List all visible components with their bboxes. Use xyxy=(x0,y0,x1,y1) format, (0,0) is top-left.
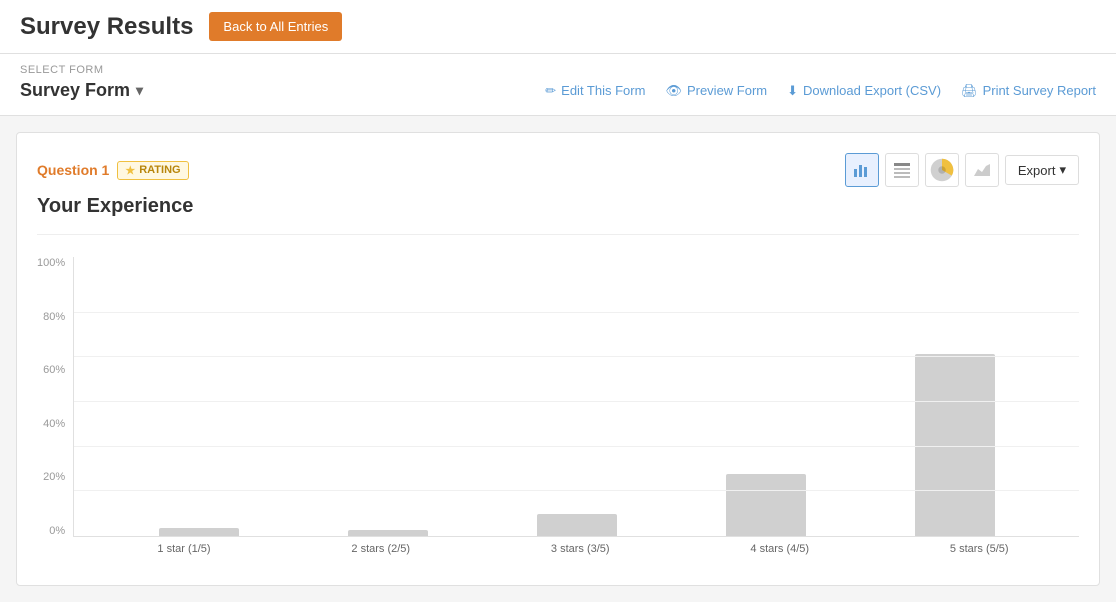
rating-badge: ★ RATING xyxy=(117,161,188,180)
page-title: Survey Results xyxy=(20,13,193,41)
back-to-all-entries-button[interactable]: Back to All Entries xyxy=(209,12,342,41)
y-label-20: 20% xyxy=(43,471,65,483)
grid-line-40 xyxy=(74,446,1079,447)
y-label-40: 40% xyxy=(43,418,65,430)
y-label-100: 100% xyxy=(37,257,65,269)
chart-area: 100% 80% 60% 40% 20% 0% xyxy=(37,247,1079,565)
pie-chart-button[interactable] xyxy=(925,153,959,187)
area-chart-button[interactable] xyxy=(965,153,999,187)
question-meta: Question 1 ★ RATING xyxy=(37,161,189,180)
bar-3 xyxy=(537,514,617,536)
header-left: Survey Results Back to All Entries xyxy=(20,12,342,41)
bar-group-2 xyxy=(348,530,428,536)
chart-controls: Export ▾ xyxy=(845,153,1079,187)
bar-group-4 xyxy=(726,474,806,536)
star-icon: ★ xyxy=(125,164,135,177)
bar-group-3 xyxy=(537,514,617,536)
x-label-1: 1 star (1/5) xyxy=(157,543,210,555)
chart-with-axis: 100% 80% 60% 40% 20% 0% xyxy=(37,257,1079,537)
bar-1 xyxy=(159,528,239,536)
select-form-label: SELECT FORM xyxy=(20,64,1096,76)
y-label-60: 60% xyxy=(43,364,65,376)
sub-header-row: Survey Form ▾ ✏ Edit This Form 👁 Preview… xyxy=(20,80,1096,101)
question-number: Question 1 xyxy=(37,162,109,178)
chart-inner xyxy=(73,257,1079,537)
form-selector[interactable]: Survey Form ▾ xyxy=(20,80,143,101)
y-label-0: 0% xyxy=(49,525,65,537)
x-label-5: 5 stars (5/5) xyxy=(950,543,1009,555)
question-title: Your Experience xyxy=(37,195,1079,218)
divider xyxy=(37,234,1079,235)
preview-form-link[interactable]: 👁 Preview Form xyxy=(665,83,767,99)
grid-line-100 xyxy=(74,312,1079,313)
y-label-80: 80% xyxy=(43,311,65,323)
download-export-link[interactable]: ⬇ Download Export (CSV) xyxy=(787,83,941,99)
question-header: Question 1 ★ RATING xyxy=(37,153,1079,187)
table-icon xyxy=(893,161,911,179)
x-axis-labels: 1 star (1/5) 2 stars (2/5) 3 stars (3/5)… xyxy=(37,537,1079,555)
eye-icon: 👁 xyxy=(665,83,682,99)
x-label-2: 2 stars (2/5) xyxy=(351,543,410,555)
export-button[interactable]: Export ▾ xyxy=(1005,155,1079,185)
bar-chart-icon xyxy=(853,161,871,179)
print-survey-link[interactable]: 🖨 Print Survey Report xyxy=(961,83,1096,99)
pencil-icon: ✏ xyxy=(545,83,556,99)
bar-chart-button[interactable] xyxy=(845,153,879,187)
table-chart-button[interactable] xyxy=(885,153,919,187)
sub-header: SELECT FORM Survey Form ▾ ✏ Edit This Fo… xyxy=(0,54,1116,116)
question-card: Question 1 ★ RATING xyxy=(16,132,1100,586)
grid-line-80 xyxy=(74,356,1079,357)
x-label-4: 4 stars (4/5) xyxy=(750,543,809,555)
print-icon: 🖨 xyxy=(961,83,978,99)
main-content: Question 1 ★ RATING xyxy=(0,116,1116,602)
bar-group-1 xyxy=(159,528,239,536)
chevron-down-icon: ▾ xyxy=(136,82,143,99)
pie-chart-icon xyxy=(926,153,958,187)
y-axis: 100% 80% 60% 40% 20% 0% xyxy=(37,257,73,537)
form-name: Survey Form xyxy=(20,80,130,101)
toolbar-links: ✏ Edit This Form 👁 Preview Form ⬇ Downlo… xyxy=(545,83,1096,99)
area-chart-icon xyxy=(973,161,991,179)
chevron-down-icon: ▾ xyxy=(1059,162,1066,178)
download-icon: ⬇ xyxy=(787,83,798,99)
grid-line-60 xyxy=(74,401,1079,402)
grid-line-20 xyxy=(74,490,1079,491)
bars-container xyxy=(74,257,1079,536)
bar-2 xyxy=(348,530,428,536)
edit-form-link[interactable]: ✏ Edit This Form xyxy=(545,83,645,99)
bar-4 xyxy=(726,474,806,536)
top-header: Survey Results Back to All Entries xyxy=(0,0,1116,54)
x-label-3: 3 stars (3/5) xyxy=(551,543,610,555)
